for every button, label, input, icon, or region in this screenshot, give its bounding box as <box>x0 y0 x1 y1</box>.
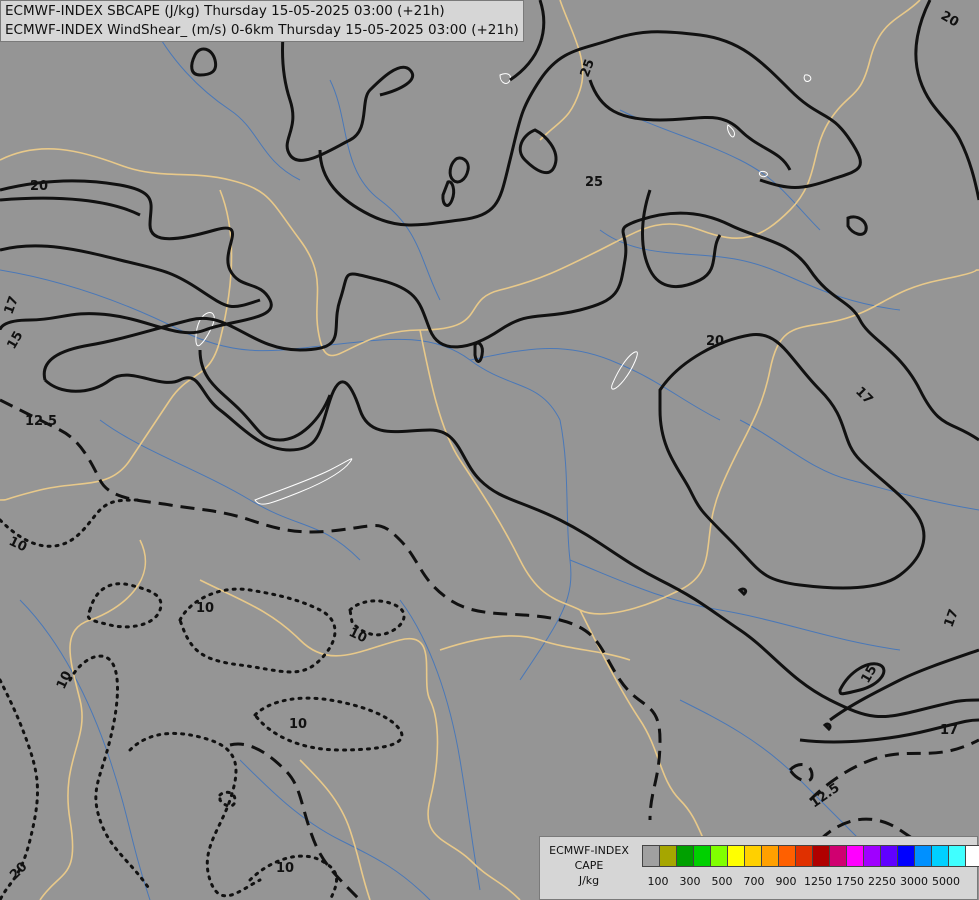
legend-swatch <box>812 845 830 867</box>
legend-swatch <box>829 845 847 867</box>
contour-label: 10 <box>289 717 307 732</box>
legend-source-line: CAPE <box>574 859 604 872</box>
legend-swatch <box>659 845 677 867</box>
legend-swatch <box>914 845 932 867</box>
legend-ticks: 100 300 500 700 900 1250 1750 2250 3000 5000 <box>540 875 977 889</box>
legend-tick-label: 500 <box>711 875 733 888</box>
contour-label: 10 <box>196 601 214 616</box>
legend-tick-label: 700 <box>743 875 765 888</box>
legend-tick-label: 3000 <box>900 875 928 888</box>
legend-swatch <box>880 845 898 867</box>
legend-color-scale <box>642 845 979 867</box>
cape-legend: ECMWF-INDEX CAPE J/kg 100 300 500 700 900 125… <box>539 836 979 900</box>
legend-swatch <box>642 845 660 867</box>
contour-label: 25 <box>585 175 603 190</box>
legend-source-line: ECMWF-INDEX <box>549 844 629 857</box>
legend-tick-label: 5000 <box>932 875 960 888</box>
map-title: ECMWF-INDEX SBCAPE (J/kg) Thursday 15-05… <box>0 0 524 42</box>
legend-tick-label: 1250 <box>804 875 832 888</box>
legend-swatch <box>965 845 979 867</box>
legend-swatch <box>761 845 779 867</box>
legend-swatch <box>846 845 864 867</box>
weather-map: 20 25 25 20 17 15 20 17 12.5 10 10 10 10… <box>0 0 979 900</box>
legend-swatch <box>693 845 711 867</box>
legend-tick-label: 1750 <box>836 875 864 888</box>
title-windshear: ECMWF-INDEX WindShear_ (m/s) 0-6km Thurs… <box>5 22 519 38</box>
legend-swatch <box>727 845 745 867</box>
legend-swatch <box>948 845 966 867</box>
legend-swatch <box>778 845 796 867</box>
contour-label: 20 <box>706 334 724 349</box>
legend-swatch <box>676 845 694 867</box>
legend-swatch <box>744 845 762 867</box>
legend-tick-label: 2250 <box>868 875 896 888</box>
contour-label: 17 <box>940 723 958 738</box>
title-cape: ECMWF-INDEX SBCAPE (J/kg) Thursday 15-05… <box>5 3 445 19</box>
legend-tick-label: 300 <box>679 875 701 888</box>
legend-tick-label: 100 <box>647 875 669 888</box>
legend-swatch <box>795 845 813 867</box>
legend-swatch <box>710 845 728 867</box>
contour-label: 12.5 <box>25 414 57 429</box>
legend-swatch <box>863 845 881 867</box>
contour-label: 10 <box>276 861 294 876</box>
legend-swatch <box>897 845 915 867</box>
legend-swatch <box>931 845 949 867</box>
legend-tick-label: 900 <box>775 875 797 888</box>
contour-label: 20 <box>30 179 48 194</box>
